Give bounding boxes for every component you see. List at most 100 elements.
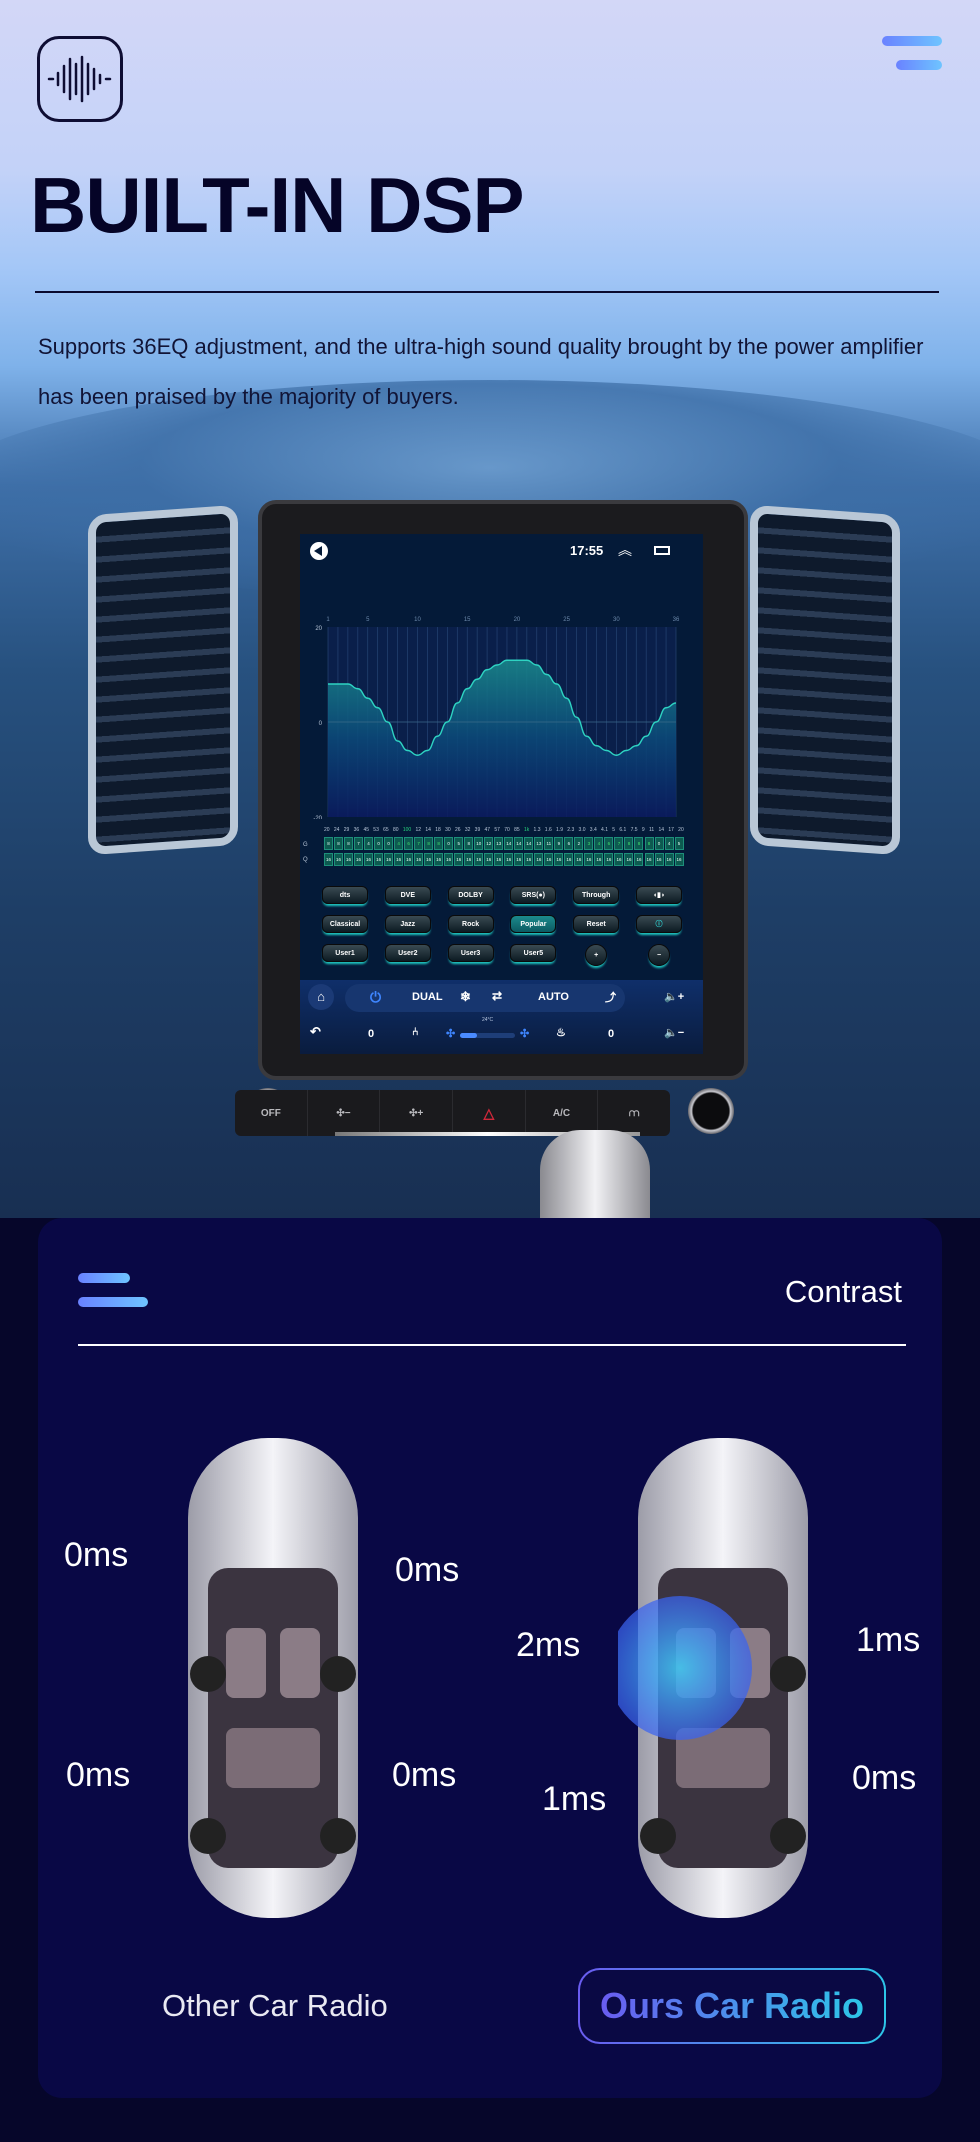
gain-value[interactable]: 8 (434, 837, 444, 850)
q-value[interactable]: 16 (644, 853, 654, 866)
gain-value[interactable]: 7 (414, 837, 424, 850)
q-value[interactable]: 16 (654, 853, 664, 866)
gain-value[interactable]: 8 (344, 837, 354, 850)
through-button[interactable]: Through (573, 886, 620, 904)
q-value[interactable]: 16 (614, 853, 624, 866)
q-value[interactable]: 16 (424, 853, 434, 866)
power-icon[interactable]: ⏻ (370, 989, 381, 1006)
q-value[interactable]: 16 (584, 853, 594, 866)
preset-popular[interactable]: Popular (510, 915, 557, 933)
gain-value[interactable]: 3 (584, 837, 594, 850)
q-value[interactable]: 16 (434, 853, 444, 866)
q-value[interactable]: 16 (344, 853, 354, 866)
gain-value[interactable]: 8 (624, 837, 634, 850)
gain-value[interactable]: 2 (574, 837, 584, 850)
q-value[interactable]: 16 (544, 853, 554, 866)
preset-jazz[interactable]: Jazz (384, 915, 431, 933)
gain-value[interactable]: 14 (524, 837, 534, 850)
seat-icon[interactable]: ⑃ (412, 1026, 419, 1038)
q-value[interactable]: 16 (464, 853, 474, 866)
gain-value[interactable]: 5 (454, 837, 464, 850)
recent-apps-icon[interactable] (654, 546, 670, 555)
q-value[interactable]: 16 (474, 853, 484, 866)
q-value[interactable]: 16 (534, 853, 544, 866)
surround-button[interactable]: ◖▮◗ (635, 886, 682, 904)
fan-up-button[interactable]: ✣+ (380, 1090, 454, 1136)
gain-value[interactable]: 14 (504, 837, 514, 850)
gain-value[interactable]: 7 (354, 837, 364, 850)
double-chevron-up-icon[interactable]: ︽ (618, 540, 632, 560)
gain-value[interactable]: 6 (404, 837, 414, 850)
gain-value[interactable]: 13 (534, 837, 544, 850)
gain-value[interactable]: 5 (674, 837, 684, 850)
q-value[interactable]: 16 (354, 853, 364, 866)
gain-value[interactable]: 8 (464, 837, 474, 850)
q-value[interactable]: 16 (634, 853, 644, 866)
q-value[interactable]: 16 (404, 853, 414, 866)
q-value[interactable]: 16 (364, 853, 374, 866)
back-icon[interactable] (310, 542, 328, 560)
preset-user1[interactable]: User1 (322, 944, 368, 962)
gain-value[interactable]: 6 (564, 837, 574, 850)
gain-value[interactable]: 4 (664, 837, 674, 850)
gain-value[interactable]: 8 (334, 837, 344, 850)
airflow-icon[interactable]: ⤴ (605, 989, 616, 1005)
gain-value[interactable]: 10 (474, 837, 484, 850)
gain-value[interactable]: 8 (634, 837, 644, 850)
q-value[interactable]: 16 (454, 853, 464, 866)
q-value[interactable]: 16 (524, 853, 534, 866)
srs-button[interactable]: SRS(●) (510, 886, 557, 904)
home-icon[interactable]: ⌂ (308, 984, 334, 1010)
q-value[interactable]: 16 (484, 853, 494, 866)
right-knob[interactable] (688, 1088, 734, 1134)
dve-button[interactable]: DVE (384, 886, 431, 904)
menu-icon[interactable] (882, 36, 942, 72)
hazard-button[interactable]: △ (453, 1090, 526, 1136)
q-value[interactable]: 16 (414, 853, 424, 866)
q-value[interactable]: 16 (594, 853, 604, 866)
seat-heat-icon[interactable]: ♨ (556, 1026, 566, 1039)
gain-value[interactable]: 6 (604, 837, 614, 850)
q-value[interactable]: 16 (674, 853, 684, 866)
gain-value[interactable]: 11 (544, 837, 554, 850)
q-value[interactable]: 16 (564, 853, 574, 866)
preset-user3[interactable]: User3 (447, 944, 494, 962)
gain-value[interactable]: 4 (364, 837, 374, 850)
gain-value[interactable]: 0 (374, 837, 384, 850)
q-value[interactable]: 16 (604, 853, 614, 866)
gain-value[interactable]: 7 (614, 837, 624, 850)
minus-button[interactable]: − (647, 944, 670, 966)
preset-rock[interactable]: Rock (447, 915, 494, 933)
gain-value[interactable]: 8 (644, 837, 654, 850)
preset-user2[interactable]: User2 (384, 944, 431, 962)
fan-down-button[interactable]: ✣− (308, 1090, 381, 1136)
q-value[interactable]: 16 (514, 853, 524, 866)
gain-value[interactable]: 14 (514, 837, 524, 850)
gain-value[interactable]: 4 (394, 837, 404, 850)
q-value[interactable]: 16 (554, 853, 564, 866)
snowflake-icon[interactable]: ❄ (460, 989, 471, 1005)
gain-value[interactable]: 8 (324, 837, 333, 850)
gain-value[interactable]: 4 (594, 837, 604, 850)
recirculation-icon[interactable]: ⇄ (492, 989, 502, 1003)
q-value[interactable]: 16 (374, 853, 384, 866)
q-value[interactable]: 16 (664, 853, 674, 866)
off-button[interactable]: OFF (235, 1090, 308, 1136)
gain-value[interactable]: 12 (484, 837, 494, 850)
gain-value[interactable]: 13 (494, 837, 504, 850)
q-value[interactable]: 16 (494, 853, 504, 866)
dual-button[interactable]: DUAL (412, 991, 443, 1003)
volume-up-icon[interactable]: 🔈+ (664, 990, 684, 1003)
auto-button[interactable]: AUTO (538, 991, 569, 1003)
q-value[interactable]: 16 (394, 853, 404, 866)
preset-classical[interactable]: Classical (322, 915, 368, 933)
info-button[interactable]: ⓘ (635, 915, 682, 933)
plus-button[interactable]: + (585, 944, 608, 966)
fan-speed-slider[interactable] (460, 1033, 515, 1038)
q-value[interactable]: 16 (444, 853, 454, 866)
q-value[interactable]: 16 (574, 853, 584, 866)
menu-icon[interactable] (78, 1273, 148, 1307)
volume-down-icon[interactable]: 🔈− (664, 1026, 684, 1039)
equalizer-chart[interactable]: 200-201 5 10 15 20 25 30 36 (300, 609, 703, 819)
q-value[interactable]: 16 (624, 853, 634, 866)
